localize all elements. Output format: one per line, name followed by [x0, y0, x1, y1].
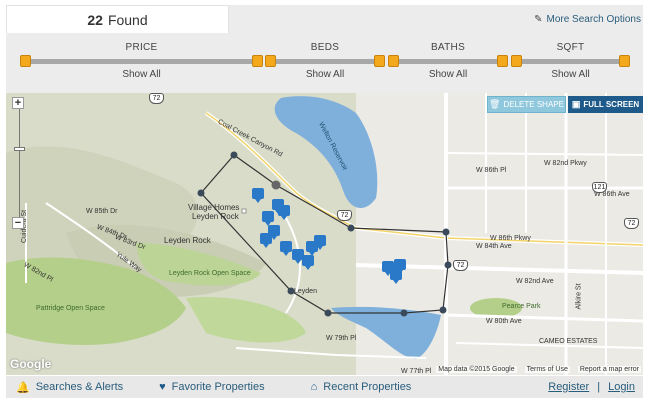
shape-vertex	[230, 151, 238, 159]
login-link[interactable]: Login	[608, 381, 635, 393]
monitor-icon: ▣	[571, 99, 581, 109]
hwy-72-shield: 72	[624, 218, 639, 229]
baths-min-handle[interactable]	[388, 55, 399, 67]
zoom-in-button[interactable]: +	[12, 97, 24, 109]
beds-filter-value: Show All	[305, 69, 345, 80]
w85th-label: W 85th Dr	[86, 208, 118, 215]
price-filter-label: PRICE	[125, 42, 158, 53]
edit-icon: ✎	[534, 13, 543, 25]
bell-icon: 🔔	[16, 381, 30, 394]
hwy-72-shield: 72	[337, 210, 352, 221]
shape-vertex	[197, 189, 205, 197]
price-max-handle[interactable]	[252, 55, 263, 67]
delete-shape-button[interactable]: 🗑 DELETE SHAPE	[487, 96, 566, 113]
w84th-ave-label: W 84th Ave	[476, 243, 512, 250]
report-error-link[interactable]: Report a map error	[577, 366, 641, 373]
price-slider-track[interactable]	[24, 59, 259, 64]
beds-filter-label: BEDS	[310, 42, 340, 53]
shape-vertex	[271, 180, 281, 190]
village-homes-label: Village Homes	[188, 203, 240, 212]
w82nd-ave-label: W 82nd Ave	[516, 278, 554, 285]
hwy-72-shield: 72	[149, 93, 164, 104]
bottom-bar: 🔔 Searches & Alerts ♥ Favorite Propertie…	[6, 376, 643, 398]
shape-vertex	[439, 306, 447, 314]
map-view[interactable]: Coal Creek Canyon Rd Welton Reservoir Vi…	[6, 93, 643, 375]
shape-vertex	[444, 261, 452, 269]
hwy-72-shield: 72	[453, 260, 468, 271]
results-label: Found	[107, 11, 148, 28]
auth-links: Register | Login	[548, 381, 635, 393]
beds-min-handle[interactable]	[265, 55, 276, 67]
price-filter-value: Show All	[122, 69, 161, 80]
baths-filter-label: BATHS	[430, 42, 466, 53]
recent-properties-label: Recent Properties	[323, 381, 412, 393]
w79th-label: W 79th Pl	[326, 335, 357, 342]
results-header: 22 Found ✎ More Search Options	[6, 5, 643, 33]
more-search-label: More Search Options	[546, 13, 642, 25]
map-footer: Map data ©2015 Google Terms of Use Repor…	[436, 366, 641, 373]
shape-vertex	[442, 228, 450, 236]
beds-slider-track[interactable]	[269, 59, 381, 64]
cameo-label: CAMEO ESTATES	[539, 338, 598, 345]
leyden-label: Leyden	[294, 288, 317, 295]
results-count: 22	[87, 11, 103, 28]
zoom-slider-knob[interactable]	[13, 147, 25, 151]
w86th-pkwy-label: W 86th Pkwy	[490, 235, 531, 242]
recent-properties-link[interactable]: ⌂ Recent Properties	[311, 381, 412, 393]
sqft-filter: SQFT Show All	[511, 33, 630, 93]
heart-icon: ♥	[159, 381, 166, 393]
auth-separator: |	[597, 381, 601, 393]
full-screen-label: FULL SCREEN	[583, 100, 640, 109]
leyden-rock-top-label: Leyden Rock	[192, 212, 239, 221]
beds-max-handle[interactable]	[374, 55, 385, 67]
full-screen-button[interactable]: ▣ FULL SCREEN	[568, 96, 643, 113]
baths-filter-value: Show All	[428, 69, 468, 80]
zoom-control: + −	[12, 97, 26, 229]
baths-filter: BATHS Show All	[388, 33, 508, 93]
results-count-tab[interactable]: 22 Found	[6, 5, 229, 33]
searches-alerts-link[interactable]: 🔔 Searches & Alerts	[16, 381, 123, 394]
poi-square	[241, 208, 247, 214]
baths-slider-track[interactable]	[392, 59, 504, 64]
pattridge-label: Pattridge Open Space	[36, 305, 105, 312]
shape-vertex	[324, 309, 332, 317]
searches-alerts-label: Searches & Alerts	[35, 381, 124, 393]
price-filter: PRICE Show All	[20, 33, 263, 93]
zoom-out-button[interactable]: −	[12, 217, 24, 229]
pearce-park-label: Pearce Park	[502, 303, 541, 310]
filter-bar: PRICE Show All BEDS Show All BATHS Show …	[6, 33, 643, 93]
map-data-credit: Map data ©2015 Google	[436, 366, 517, 373]
trash-icon: 🗑	[489, 99, 501, 109]
sqft-slider-track[interactable]	[515, 59, 626, 64]
home-icon: ⌂	[310, 381, 318, 393]
beds-filter: BEDS Show All	[265, 33, 385, 93]
more-search-options-link[interactable]: ✎ More Search Options	[229, 5, 643, 33]
w77th-label: W 77th Pl	[401, 368, 432, 375]
alkire-label: Alkire St	[575, 283, 583, 310]
favorite-properties-link[interactable]: ♥ Favorite Properties	[159, 381, 264, 393]
favorite-properties-label: Favorite Properties	[171, 381, 265, 393]
shape-vertex	[400, 309, 408, 317]
register-link[interactable]: Register	[548, 381, 589, 393]
sqft-filter-value: Show All	[551, 69, 590, 80]
google-logo: Google	[10, 357, 52, 371]
baths-max-handle[interactable]	[497, 55, 508, 67]
shape-vertex	[347, 224, 355, 232]
sqft-min-handle[interactable]	[511, 55, 522, 67]
delete-shape-label: DELETE SHAPE	[503, 100, 564, 109]
leyden-open-space-label: Leyden Rock Open Space	[169, 270, 251, 277]
price-min-handle[interactable]	[20, 55, 31, 67]
w82nd-pkwy-label: W 82nd Pkwy	[544, 160, 587, 167]
leyden-rock-label: Leyden Rock	[164, 236, 211, 245]
sqft-max-handle[interactable]	[619, 55, 630, 67]
terms-of-use-link[interactable]: Terms of Use	[524, 366, 570, 373]
w86th-pl-label: W 86th Pl	[476, 167, 507, 174]
zoom-slider[interactable]	[13, 109, 25, 217]
hwy-121-shield: 121	[592, 182, 607, 193]
sqft-filter-label: SQFT	[556, 42, 585, 53]
w80th-ave-label: W 80th Ave	[486, 318, 522, 325]
